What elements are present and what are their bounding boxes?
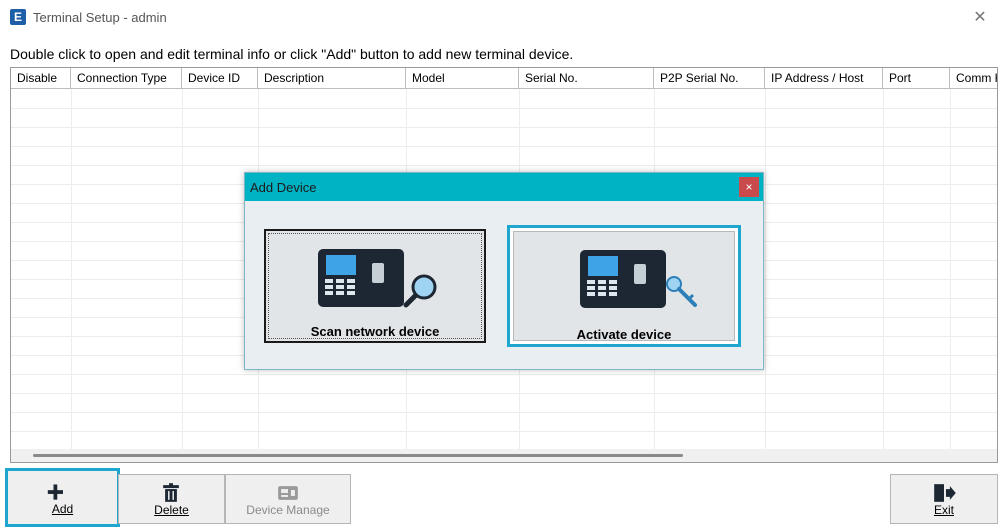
delete-label: Delete xyxy=(154,503,189,517)
grid-row-line xyxy=(11,393,997,394)
column-header-disable[interactable]: Disable xyxy=(11,68,71,88)
column-header-description[interactable]: Description xyxy=(258,68,406,88)
window-title: Terminal Setup - admin xyxy=(33,10,167,25)
dialog-close-button[interactable]: × xyxy=(739,177,759,197)
grid-column-line xyxy=(765,89,766,449)
grid-column-line xyxy=(950,89,951,449)
grid-row-line xyxy=(11,165,997,166)
grid-column-line xyxy=(71,89,72,449)
add-label: Add xyxy=(51,502,74,516)
window-close-button[interactable]: ✕ xyxy=(970,7,990,27)
trash-icon xyxy=(163,483,179,502)
column-header-comm-key[interactable]: Comm K xyxy=(950,68,997,88)
plus-icon xyxy=(47,484,63,500)
bottom-toolbar: Add Delete Device Manage Exit xyxy=(0,466,998,527)
dialog-title: Add Device xyxy=(250,180,317,195)
window-title-bar: E Terminal Setup - admin ✕ xyxy=(0,0,998,34)
column-header-device-id[interactable]: Device ID xyxy=(182,68,258,88)
column-header-ip-address[interactable]: IP Address / Host xyxy=(765,68,883,88)
exit-door-icon xyxy=(934,484,956,502)
column-header-model[interactable]: Model xyxy=(406,68,519,88)
add-device-dialog: Add Device × Scan network device Activat… xyxy=(244,172,764,370)
activate-device-label: Activate device xyxy=(576,327,672,342)
column-header-p2p-serial-no[interactable]: P2P Serial No. xyxy=(654,68,765,88)
dialog-title-bar: Add Device × xyxy=(245,173,763,201)
grid-row-line xyxy=(11,108,997,109)
column-header-port[interactable]: Port xyxy=(883,68,950,88)
grid-row-line xyxy=(11,374,997,375)
column-header-serial-no[interactable]: Serial No. xyxy=(519,68,654,88)
scrollbar-thumb[interactable] xyxy=(33,454,683,457)
add-button[interactable]: Add xyxy=(5,468,120,527)
scan-network-device-button[interactable]: Scan network device xyxy=(264,229,486,343)
horizontal-scrollbar[interactable] xyxy=(11,449,997,462)
grid-row-line xyxy=(11,127,997,128)
app-logo-icon: E xyxy=(10,9,26,25)
delete-button[interactable]: Delete xyxy=(118,474,225,524)
grid-row-line xyxy=(11,431,997,432)
device-manage-button[interactable]: Device Manage xyxy=(225,474,351,524)
scan-network-device-label: Scan network device xyxy=(310,324,440,339)
device-manage-icon xyxy=(278,486,298,500)
activate-device-button[interactable]: Activate device xyxy=(507,225,741,347)
instruction-text: Double click to open and edit terminal i… xyxy=(10,46,574,62)
exit-button[interactable]: Exit xyxy=(890,474,998,524)
grid-row-line xyxy=(11,146,997,147)
device-manage-label: Device Manage xyxy=(246,503,330,517)
exit-label: Exit xyxy=(933,503,954,517)
terminal-key-icon xyxy=(580,250,700,312)
grid-column-line xyxy=(182,89,183,449)
grid-header: Disable Connection Type Device ID Descri… xyxy=(11,68,997,89)
grid-row-line xyxy=(11,412,997,413)
grid-column-line xyxy=(883,89,884,449)
terminal-search-icon xyxy=(318,249,438,311)
column-header-connection-type[interactable]: Connection Type xyxy=(71,68,182,88)
